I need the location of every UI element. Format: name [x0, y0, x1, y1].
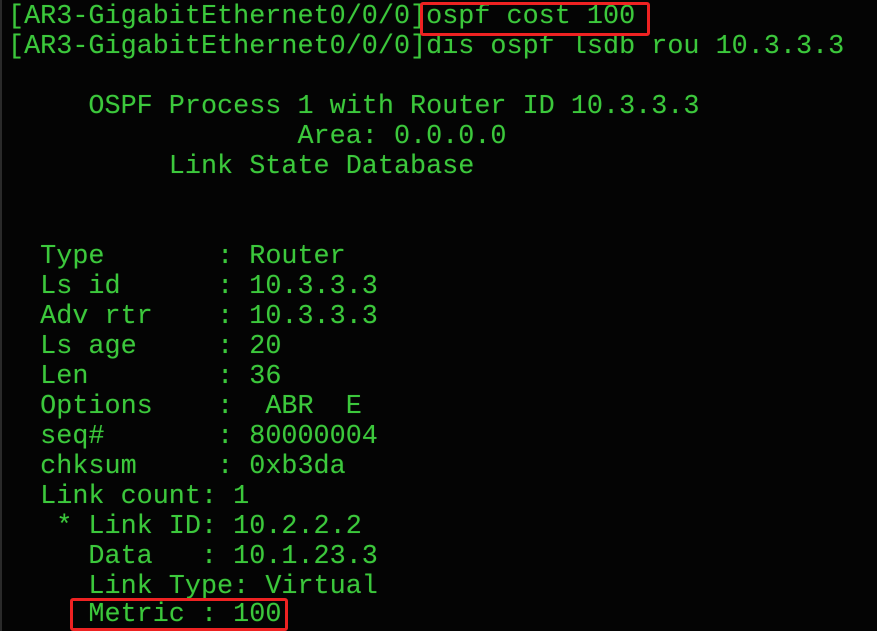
field-separator: :: [200, 482, 234, 512]
field-value: 10.3.3.3: [249, 302, 378, 332]
field-label: Link count: [8, 482, 201, 512]
field-label: seq#: [8, 422, 218, 452]
cli-prompt: [AR3-GigabitEthernet0/0/0]: [8, 2, 427, 32]
field-value: 1: [233, 482, 250, 512]
field-label: Options: [8, 392, 218, 422]
field-label: Ls id: [8, 272, 218, 302]
field-separator: :: [217, 302, 250, 332]
field-value: 10.2.2.2: [233, 512, 362, 542]
field-label: chksum: [8, 452, 218, 482]
lsa-field-type: Type : Router: [8, 242, 346, 272]
highlight-box-metric: [70, 598, 288, 631]
field-value: Router: [249, 242, 346, 272]
field-value: ABR E: [265, 392, 362, 422]
field-label: Len: [8, 362, 218, 392]
field-separator: :: [200, 542, 234, 572]
cli-prompt: [AR3-GigabitEthernet0/0/0]: [8, 32, 427, 62]
link-field-link-id: * Link ID: 10.2.2.2: [8, 512, 362, 542]
field-value: 20: [249, 332, 282, 362]
field-separator: :: [217, 272, 250, 302]
lsdb-title: Link State Database: [8, 152, 475, 182]
field-separator: :: [217, 422, 250, 452]
field-label: Data: [8, 542, 201, 572]
field-separator: :: [217, 392, 266, 422]
field-value: 0xb3da: [249, 452, 346, 482]
field-separator: :: [217, 242, 250, 272]
command-line-display-lsdb: [AR3-GigabitEthernet0/0/0]dis ospf lsdb …: [8, 32, 844, 62]
lsa-field-adv-rtr: Adv rtr : 10.3.3.3: [8, 302, 378, 332]
field-separator: :: [200, 512, 234, 542]
lsa-field-ls-age: Ls age : 20: [8, 332, 281, 362]
lsa-field-options: Options : ABR E: [8, 392, 362, 422]
field-value: 80000004: [249, 422, 378, 452]
field-value: 36: [249, 362, 282, 392]
ospf-process-header: OSPF Process 1 with Router ID 10.3.3.3: [8, 92, 700, 122]
lsa-field-len: Len : 36: [8, 362, 281, 392]
field-label: Type: [8, 242, 218, 272]
field-separator: :: [217, 362, 250, 392]
ospf-area-header: Area: 0.0.0.0: [8, 122, 507, 152]
lsa-field-seq: seq# : 80000004: [8, 422, 378, 452]
lsa-field-link-count: Link count: 1: [8, 482, 249, 512]
link-field-data: Data : 10.1.23.3: [8, 542, 378, 572]
field-value: 10.3.3.3: [249, 272, 378, 302]
field-separator: :: [217, 332, 250, 362]
field-label: Ls age: [8, 332, 218, 362]
field-label: * Link ID: [8, 512, 201, 542]
field-label: Adv rtr: [8, 302, 218, 332]
command-text: dis ospf lsdb rou 10.3.3.3: [426, 32, 845, 62]
terminal-window[interactable]: [AR3-GigabitEthernet0/0/0]ospf cost 100 …: [0, 0, 877, 631]
field-value: 10.1.23.3: [233, 542, 378, 572]
lsa-field-chksum: chksum : 0xb3da: [8, 452, 346, 482]
field-separator: :: [217, 452, 250, 482]
lsa-field-ls-id: Ls id : 10.3.3.3: [8, 272, 378, 302]
highlight-box-ospf-cost: [420, 2, 650, 36]
